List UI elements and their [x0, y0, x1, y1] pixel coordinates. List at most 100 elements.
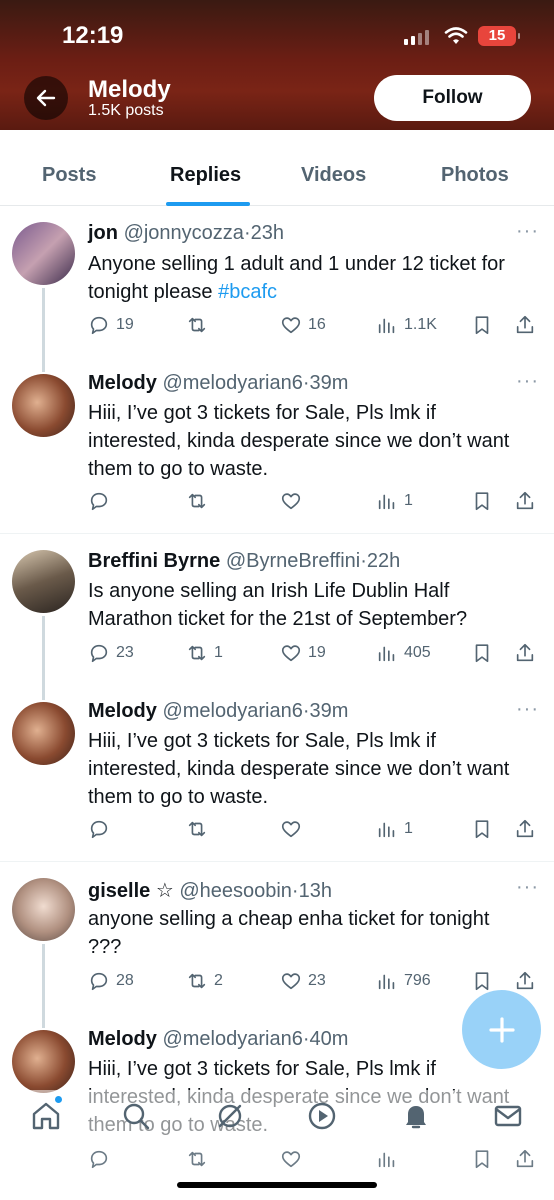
separator-dot: ·	[243, 222, 251, 244]
profile-name: Melody	[88, 76, 171, 103]
bookmark-button[interactable]	[471, 314, 493, 336]
views-button[interactable]: 1.1K	[376, 314, 437, 336]
avatar[interactable]	[12, 374, 75, 437]
reply-icon	[90, 316, 108, 335]
bookmark-button[interactable]	[471, 490, 493, 512]
compose-button[interactable]	[462, 990, 541, 1069]
author-handle[interactable]: @melodyarian6	[162, 700, 302, 722]
thread-line	[42, 944, 45, 1028]
like-icon	[281, 821, 301, 838]
retweet-button[interactable]: 2	[186, 970, 223, 992]
tweet-text-content: Anyone selling 1 adult and 1 under 12 ti…	[88, 253, 505, 303]
retweet-button[interactable]	[186, 490, 208, 512]
avatar[interactable]	[12, 702, 75, 765]
views-button[interactable]: 1	[376, 490, 413, 512]
author-name[interactable]: Breffini Byrne	[88, 550, 220, 572]
reply-button[interactable]: 28	[88, 970, 134, 992]
avatar[interactable]	[12, 222, 75, 285]
reply-button[interactable]	[88, 818, 110, 840]
bookmark-button[interactable]	[471, 970, 493, 992]
thread-line	[42, 288, 45, 372]
author-name[interactable]: Melody	[88, 700, 157, 722]
retweet-button[interactable]: 1	[186, 642, 223, 664]
share-button[interactable]	[514, 1148, 536, 1170]
bookmark-button[interactable]	[471, 818, 493, 840]
back-arrow-icon	[36, 89, 56, 107]
tab-posts[interactable]: Posts	[42, 164, 96, 187]
views-button[interactable]: 1	[376, 818, 413, 840]
author-handle[interactable]: @melodyarian6	[162, 372, 302, 394]
like-button[interactable]	[280, 490, 302, 512]
grok-icon[interactable]	[214, 1100, 246, 1132]
avatar[interactable]	[12, 1030, 75, 1093]
reply-button[interactable]: 19	[88, 314, 134, 336]
retweet-button[interactable]	[186, 314, 214, 336]
author-name[interactable]: Melody	[88, 372, 157, 394]
tweet-divider	[0, 533, 554, 534]
like-button[interactable]: 19	[280, 642, 326, 664]
reply-icon	[90, 492, 108, 511]
author-name[interactable]: giselle ☆	[88, 880, 174, 902]
bookmark-icon	[475, 972, 489, 991]
author-handle[interactable]: @melodyarian6	[162, 1028, 302, 1050]
retweet-button[interactable]	[186, 1148, 208, 1170]
views-button[interactable]	[376, 1148, 398, 1170]
author-handle[interactable]: @jonnycozza	[124, 222, 244, 244]
views-icon	[378, 1152, 395, 1168]
author-name[interactable]: jon	[88, 222, 118, 244]
hashtag-link[interactable]: #bcafc	[218, 281, 277, 303]
retweet-button[interactable]	[186, 818, 208, 840]
tab-replies[interactable]: Replies	[170, 164, 241, 187]
like-button[interactable]	[280, 818, 302, 840]
tab-photos[interactable]: Photos	[441, 164, 509, 187]
views-button[interactable]: 405	[376, 642, 431, 664]
notifications-icon[interactable]	[400, 1100, 432, 1132]
retweet-icon	[188, 493, 206, 509]
tweet-actions: 19 16 1.1K	[88, 314, 544, 338]
like-count: 23	[308, 972, 326, 989]
author-handle[interactable]: @heesoobin	[179, 880, 292, 902]
reply-icon	[90, 820, 108, 839]
more-icon[interactable]: ···	[516, 876, 539, 899]
share-button[interactable]	[514, 970, 536, 992]
bookmark-button[interactable]	[471, 642, 493, 664]
back-button[interactable]	[24, 76, 68, 120]
reply-button[interactable]	[88, 1148, 110, 1170]
follow-button[interactable]: Follow	[374, 75, 531, 121]
more-icon[interactable]: ···	[516, 370, 539, 393]
bookmark-icon	[475, 492, 489, 511]
views-icon	[378, 494, 395, 510]
share-button[interactable]	[514, 818, 536, 840]
bookmark-button[interactable]	[471, 1148, 493, 1170]
author-handle[interactable]: @ByrneBreffini	[226, 550, 360, 572]
messages-icon[interactable]	[492, 1100, 524, 1132]
like-button[interactable]: 23	[280, 970, 326, 992]
reply-button[interactable]: 23	[88, 642, 134, 664]
tweet-divider	[0, 861, 554, 862]
tab-videos[interactable]: Videos	[301, 164, 366, 187]
search-icon[interactable]	[120, 1100, 152, 1132]
reply-count: 23	[116, 644, 134, 661]
more-icon[interactable]: ···	[516, 220, 539, 243]
tweet-header: giselle ☆ @heesoobin·13h	[88, 878, 332, 903]
avatar[interactable]	[12, 878, 75, 941]
tweet-header: Melody @melodyarian6·39m	[88, 700, 348, 723]
unread-indicator-dot	[55, 1096, 62, 1103]
tweet-actions: 1	[88, 818, 544, 842]
retweet-count: 2	[214, 972, 223, 989]
like-button[interactable]	[280, 1148, 302, 1170]
video-icon[interactable]	[306, 1100, 338, 1132]
share-button[interactable]	[514, 490, 536, 512]
share-button[interactable]	[514, 314, 536, 336]
like-icon	[281, 973, 301, 990]
reply-button[interactable]	[88, 490, 110, 512]
home-icon[interactable]	[30, 1100, 62, 1132]
share-button[interactable]	[514, 642, 536, 664]
views-button[interactable]: 796	[376, 970, 431, 992]
like-button[interactable]: 16	[280, 314, 326, 336]
author-name[interactable]: Melody	[88, 1028, 157, 1050]
bookmark-icon	[475, 820, 489, 839]
avatar[interactable]	[12, 550, 75, 613]
more-icon[interactable]: ···	[516, 698, 539, 721]
tweet-text: Anyone selling 1 adult and 1 under 12 ti…	[88, 250, 528, 306]
